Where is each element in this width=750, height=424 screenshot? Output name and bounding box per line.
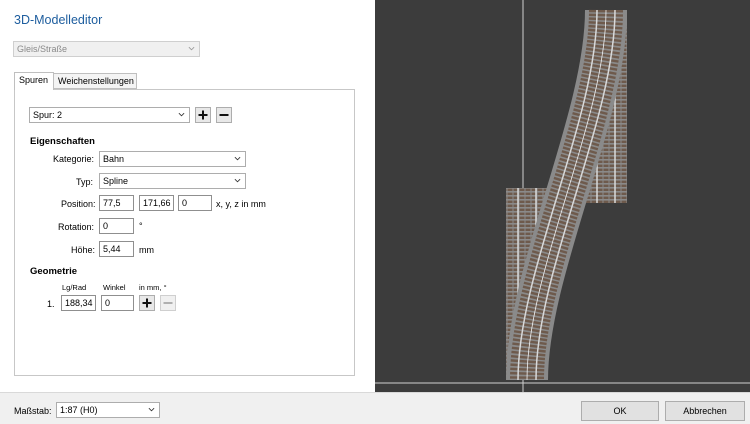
object-type-value: Gleis/Straße	[17, 44, 68, 54]
model-viewport[interactable]	[375, 0, 750, 392]
tab-spuren[interactable]: Spuren	[14, 72, 54, 90]
cancel-button[interactable]: Abbrechen	[665, 401, 745, 421]
type-label: Typ:	[76, 177, 94, 187]
tab-weichenstellungen[interactable]: Weichenstellungen	[53, 73, 137, 89]
geometry-col-unit: in mm, °	[139, 283, 167, 292]
scale-select[interactable]: 1:87 (H0)	[56, 402, 160, 418]
chevron-down-icon	[178, 112, 185, 117]
chevron-down-icon	[188, 46, 195, 51]
position-label: Position:	[61, 199, 96, 209]
position-z-field[interactable]: 0	[178, 195, 212, 211]
remove-track-button[interactable]	[216, 107, 232, 123]
object-type-select: Gleis/Straße	[13, 41, 200, 57]
height-field[interactable]: 5,44	[99, 241, 134, 257]
geometry-angle-field[interactable]: 0	[101, 295, 134, 311]
tab-label: Weichenstellungen	[58, 76, 134, 86]
plus-icon	[142, 298, 152, 308]
track-preview	[375, 0, 750, 392]
tab-label: Spuren	[19, 75, 49, 85]
add-track-button[interactable]	[195, 107, 211, 123]
category-select[interactable]: Bahn	[99, 151, 246, 167]
chevron-down-icon	[234, 178, 241, 183]
category-label: Kategorie:	[53, 154, 95, 164]
properties-heading: Eigenschaften	[30, 136, 95, 147]
track-select[interactable]: Spur: 2	[29, 107, 190, 123]
remove-geometry-button	[160, 295, 176, 311]
height-unit: mm	[139, 245, 154, 255]
position-y-field[interactable]: 171,66	[139, 195, 174, 211]
minus-icon	[219, 114, 229, 116]
geometry-length-field[interactable]: 188,34	[61, 295, 96, 311]
type-select[interactable]: Spline	[99, 173, 246, 189]
editor-panel: 3D-Modelleditor Gleis/Straße Spuren Weic…	[0, 0, 375, 392]
geometry-row-index: 1.	[47, 299, 55, 309]
chevron-down-icon	[148, 407, 155, 412]
geometry-heading: Geometrie	[30, 266, 77, 277]
ok-button[interactable]: OK	[581, 401, 659, 421]
rotation-field[interactable]: 0	[99, 218, 134, 234]
position-x-field[interactable]: 77,5	[99, 195, 134, 211]
type-value: Spline	[103, 176, 129, 186]
height-label: Höhe:	[71, 245, 96, 255]
scale-value: 1:87 (H0)	[60, 405, 98, 415]
plus-icon	[198, 110, 208, 120]
rotation-unit: °	[139, 221, 143, 231]
tab-content	[14, 89, 355, 376]
position-unit: x, y, z in mm	[216, 199, 266, 209]
minus-icon	[163, 302, 173, 304]
add-geometry-button[interactable]	[139, 295, 155, 311]
geometry-col-length: Lg/Rad	[62, 283, 87, 292]
geometry-col-angle: Winkel	[103, 283, 126, 292]
category-value: Bahn	[103, 154, 125, 164]
window-title: 3D-Modelleditor	[14, 13, 103, 27]
scale-label: Maßstab:	[14, 406, 52, 416]
rotation-label: Rotation:	[58, 222, 95, 232]
chevron-down-icon	[234, 156, 241, 161]
track-select-value: Spur: 2	[33, 110, 63, 120]
